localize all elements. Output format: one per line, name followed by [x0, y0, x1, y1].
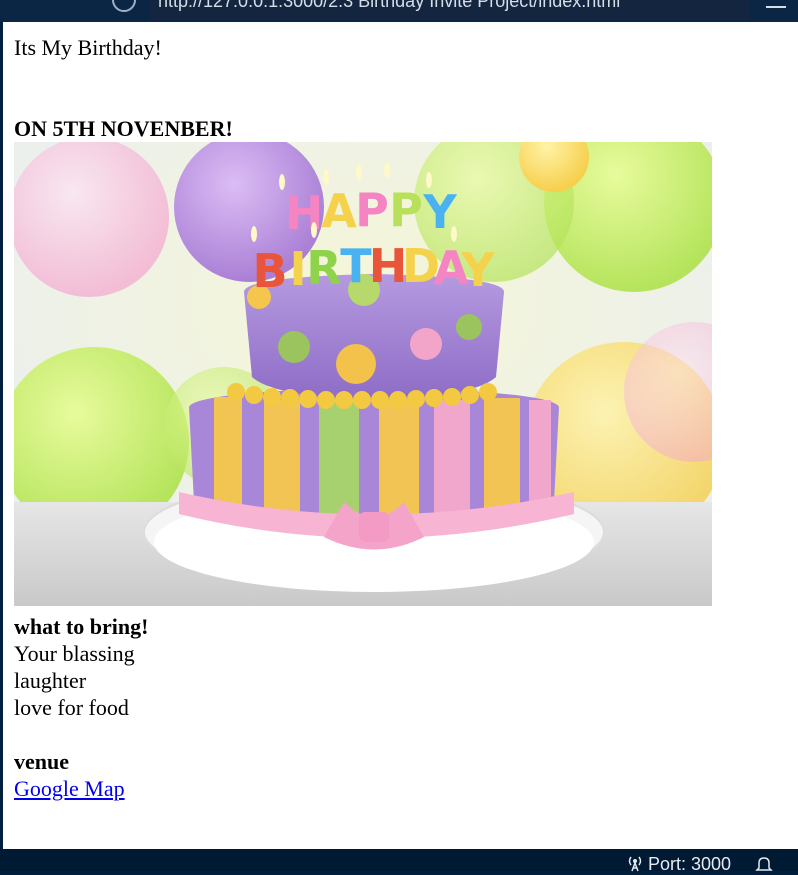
svg-text:Y: Y [460, 243, 495, 297]
address-bar[interactable]: http://127.0.0.1:3000/2.3 Birthday Invit… [150, 0, 750, 20]
svg-text:R: R [306, 241, 341, 295]
svg-text:P: P [389, 183, 423, 237]
browser-toolbar: http://127.0.0.1:3000/2.3 Birthday Invit… [0, 0, 798, 22]
date-heading: ON 5TH NOVENBER! [14, 116, 233, 141]
page-title: Its My Birthday! [14, 35, 162, 60]
svg-text:H: H [285, 186, 324, 240]
list-item: love for food [14, 695, 129, 720]
venue-heading: venue [14, 749, 69, 774]
port-indicator[interactable]: Port: 3000 [626, 853, 731, 875]
svg-text:A: A [321, 184, 357, 238]
page-content: Its My Birthday! ON 5TH NOVENBER! H A P … [3, 22, 798, 849]
bring-heading: what to bring! [14, 614, 149, 639]
menu-icon[interactable] [766, 0, 786, 8]
broadcast-icon [628, 856, 642, 872]
svg-text:T: T [340, 239, 372, 293]
list-item: laughter [14, 668, 87, 693]
svg-text:I: I [289, 242, 306, 296]
status-bar: Port: 3000 [0, 849, 798, 874]
svg-text:P: P [355, 183, 389, 237]
birthday-cake-image: H A P P Y B I R T H D A Y [14, 142, 712, 606]
google-map-link[interactable]: Google Map [14, 776, 125, 801]
port-label: Port: 3000 [648, 854, 732, 874]
refresh-icon[interactable] [112, 0, 136, 12]
list-item: Your blassing [14, 641, 135, 666]
svg-text:B: B [252, 244, 287, 298]
bell-icon[interactable] [755, 855, 773, 873]
